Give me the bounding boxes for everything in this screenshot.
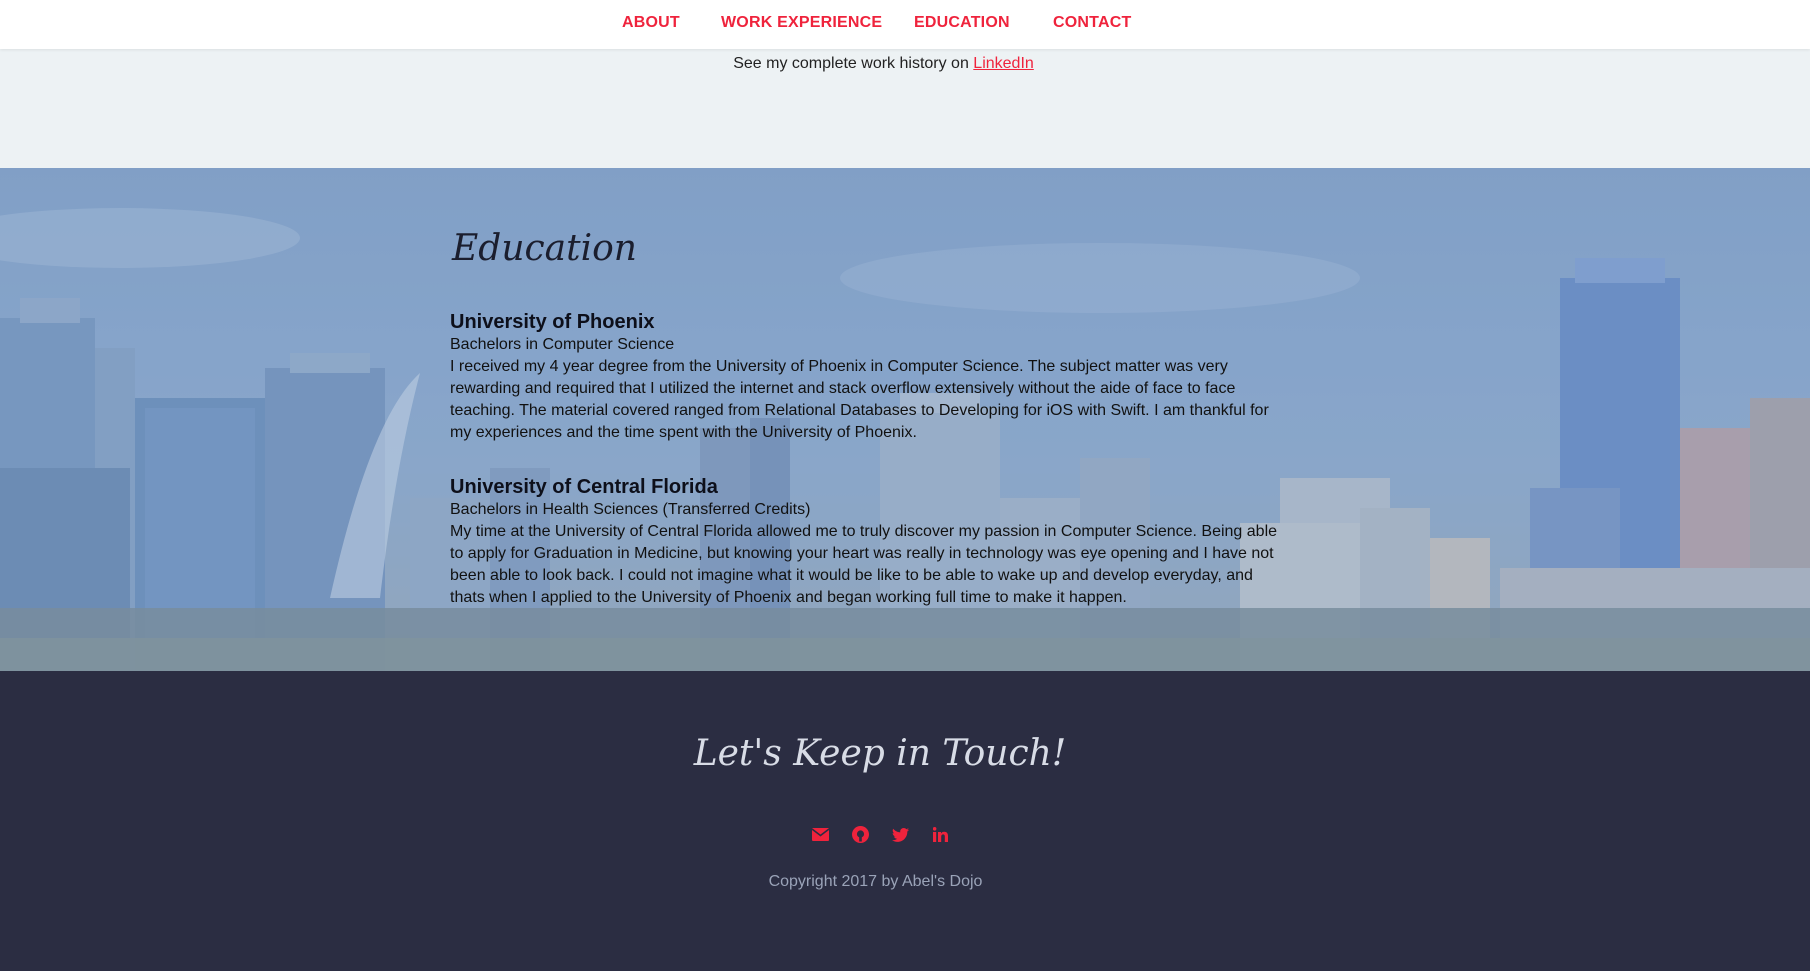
work-history-prefix: See my complete work history on: [733, 55, 974, 72]
school-description: I received my 4 year degree from the Uni…: [450, 358, 1269, 441]
school-name: University of Central Florida: [450, 476, 718, 498]
education-section: Education University of Phoenix Bachelor…: [0, 168, 1810, 671]
school-entry: University of Phoenix Bachelors in Compu…: [450, 310, 1290, 444]
linkedin-icon[interactable]: [931, 825, 950, 844]
github-icon[interactable]: [851, 825, 870, 844]
work-experience-section: See my complete work history on LinkedIn: [0, 49, 1810, 168]
footer-title: Let's Keep in Touch!: [693, 733, 1067, 774]
top-nav: ABOUT WORK EXPERIENCE EDUCATION CONTACT: [0, 0, 1810, 49]
nav-contact[interactable]: CONTACT: [1053, 14, 1131, 32]
school-description: My time at the University of Central Flo…: [450, 523, 1278, 606]
nav-work-experience[interactable]: WORK EXPERIENCE: [721, 14, 882, 32]
education-title: Education: [452, 228, 637, 269]
contact-footer: Let's Keep in Touch! Copyright 2017 by A…: [0, 671, 1810, 971]
linkedin-link[interactable]: LinkedIn: [973, 55, 1034, 72]
twitter-icon[interactable]: [891, 825, 910, 844]
school-degree: Bachelors in Health Sciences (Transferre…: [450, 501, 811, 518]
envelope-icon[interactable]: [811, 825, 830, 844]
copyright-text: Copyright 2017 by Abel's Dojo: [768, 873, 983, 890]
work-history-note: See my complete work history on LinkedIn: [0, 55, 1767, 73]
social-links: [0, 825, 1760, 844]
nav-about[interactable]: ABOUT: [622, 14, 680, 32]
school-name: University of Phoenix: [450, 311, 655, 333]
school-degree: Bachelors in Computer Science: [450, 336, 675, 353]
school-entry: University of Central Florida Bachelors …: [450, 475, 1290, 609]
nav-education[interactable]: EDUCATION: [914, 14, 1010, 32]
